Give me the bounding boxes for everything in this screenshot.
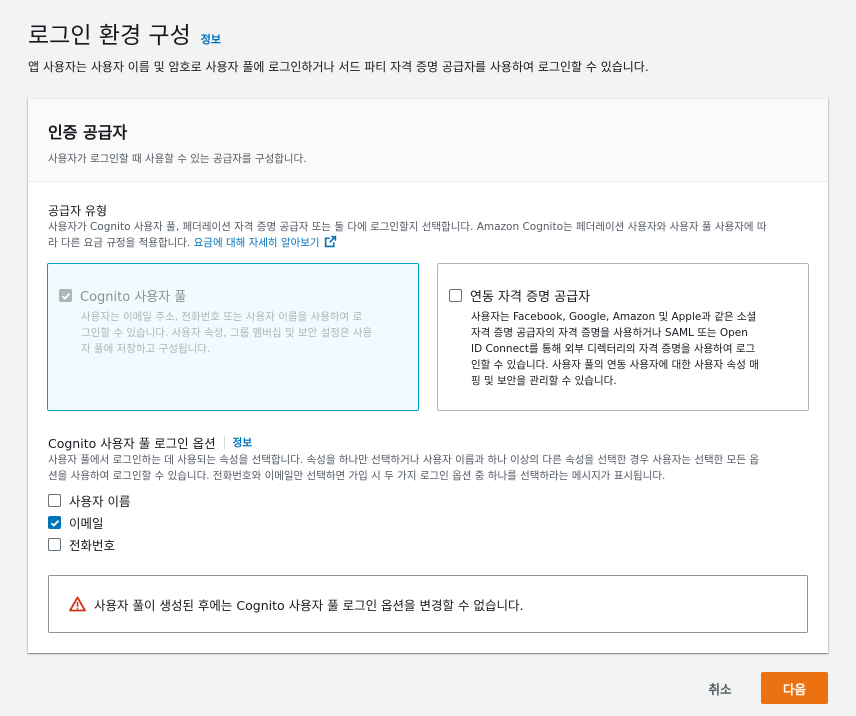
tile-federated-identity-provider[interactable]: 연동 자격 증명 공급자 사용자는 Facebook, Google, Amaz… bbox=[437, 263, 809, 411]
provider-type-description-line2: 라 다른 요금 규정을 적용합니다. 요금에 대해 자세히 알아보기 bbox=[48, 235, 818, 251]
signin-options-title: Cognito 사용자 풀 로그인 옵션 bbox=[48, 436, 216, 451]
phone-checkbox[interactable] bbox=[48, 538, 61, 551]
email-label: 이메일 bbox=[69, 516, 104, 531]
cognito-user-pool-checkbox[interactable] bbox=[59, 289, 72, 302]
warning-icon bbox=[69, 596, 86, 612]
page-header: 로그인 환경 구성 정보 bbox=[28, 16, 221, 50]
cognito-user-pool-description: 사용자는 이메일 주소, 전화번호 또는 사용자 이름을 사용하여 로 그인할 … bbox=[81, 309, 408, 357]
provider-type-description: 사용자가 Cognito 사용자 풀, 페더레이션 자격 증명 공급자 또는 둘… bbox=[48, 219, 818, 251]
username-checkbox[interactable] bbox=[48, 494, 61, 507]
cognito-desc-line: 사용자는 이메일 주소, 전화번호 또는 사용자 이름을 사용하여 로 bbox=[81, 311, 363, 323]
pricing-link[interactable]: 요금에 대해 자세히 알아보기 bbox=[193, 235, 337, 249]
tile-cognito-user-pool[interactable]: Cognito 사용자 풀 사용자는 이메일 주소, 전화번호 또는 사용자 이… bbox=[47, 263, 419, 411]
provider-type-description-line1: 사용자가 Cognito 사용자 풀, 페더레이션 자격 증명 공급자 또는 둘… bbox=[48, 221, 767, 233]
federated-desc-line: ID Connect를 통해 외부 디렉터리의 자격 증명을 사용하여 로그 bbox=[471, 343, 756, 355]
provider-type-description-text: 라 다른 요금 규정을 적용합니다. bbox=[48, 237, 191, 249]
page-description: 앱 사용자는 사용자 이름 및 암호로 사용자 풀에 로그인하거나 서드 파티 … bbox=[28, 60, 649, 74]
federated-desc-line: 인할 수 있습니다. 사용자 풀의 연동 사용자에 대한 사용자 속성 매 bbox=[471, 359, 759, 371]
username-label: 사용자 이름 bbox=[69, 494, 131, 509]
title-divider bbox=[223, 436, 225, 449]
provider-type-label: 공급자 유형 bbox=[48, 204, 108, 218]
cognito-desc-line: 자 풀에 저장하고 구성됩니다. bbox=[81, 343, 211, 355]
federated-desc-line: 자격 증명 공급자의 자격 증명을 사용하거나 SAML 또는 Open bbox=[471, 327, 748, 339]
phone-label: 전화번호 bbox=[69, 538, 116, 553]
federated-provider-description: 사용자는 Facebook, Google, Amazon 및 Apple과 같… bbox=[471, 309, 798, 389]
option-email[interactable]: 이메일 bbox=[48, 513, 104, 532]
cognito-desc-line: 그인할 수 있습니다. 사용자 속성, 그룹 멤버십 및 보안 설정은 사용 bbox=[81, 327, 373, 339]
header-info-link[interactable]: 정보 bbox=[201, 31, 221, 47]
auth-providers-card: 인증 공급자 사용자가 로그인할 때 사용할 수 있는 공급자를 구성합니다. … bbox=[28, 98, 828, 653]
check-icon bbox=[61, 292, 70, 300]
federated-desc-line: 핑 및 보안을 관리할 수 있습니다. bbox=[471, 375, 617, 387]
cancel-button[interactable]: 취소 bbox=[696, 672, 744, 704]
warning-alert: 사용자 풀이 생성된 후에는 Cognito 사용자 풀 로그인 옵션을 변경할… bbox=[48, 575, 808, 633]
card-header: 인증 공급자 사용자가 로그인할 때 사용할 수 있는 공급자를 구성합니다. bbox=[28, 99, 828, 182]
warning-message: 사용자 풀이 생성된 후에는 Cognito 사용자 풀 로그인 옵션을 변경할… bbox=[94, 597, 524, 613]
check-icon bbox=[50, 519, 59, 527]
cognito-user-pool-title: Cognito 사용자 풀 bbox=[80, 290, 187, 305]
signin-options-info-link[interactable]: 정보 bbox=[233, 435, 252, 450]
signin-options-header: Cognito 사용자 풀 로그인 옵션 정보 bbox=[48, 433, 252, 452]
email-checkbox[interactable] bbox=[48, 516, 61, 529]
card-description: 사용자가 로그인할 때 사용할 수 있는 공급자를 구성합니다. bbox=[48, 153, 307, 165]
pricing-link-label: 요금에 대해 자세히 알아보기 bbox=[193, 237, 320, 249]
federated-provider-title: 연동 자격 증명 공급자 bbox=[470, 290, 591, 305]
option-phone[interactable]: 전화번호 bbox=[48, 535, 115, 554]
federated-provider-checkbox[interactable] bbox=[449, 289, 462, 302]
card-title: 인증 공급자 bbox=[48, 123, 128, 142]
signin-options-description-line1: 사용자 풀에서 로그인하는 데 사용되는 속성을 선택합니다. 속성을 하나만 … bbox=[48, 454, 759, 466]
signin-options-description: 사용자 풀에서 로그인하는 데 사용되는 속성을 선택합니다. 속성을 하나만 … bbox=[48, 452, 818, 484]
page-title: 로그인 환경 구성 bbox=[28, 23, 191, 49]
federated-desc-line: 사용자는 Facebook, Google, Amazon 및 Apple과 같… bbox=[471, 311, 757, 323]
signin-options-description-line2: 션을 사용하여 로그인할 수 있습니다. 전화번호와 이메일만 선택하면 가입 … bbox=[48, 470, 666, 482]
option-username[interactable]: 사용자 이름 bbox=[48, 491, 130, 510]
external-link-icon bbox=[324, 235, 336, 248]
next-button[interactable]: 다음 bbox=[761, 672, 828, 704]
